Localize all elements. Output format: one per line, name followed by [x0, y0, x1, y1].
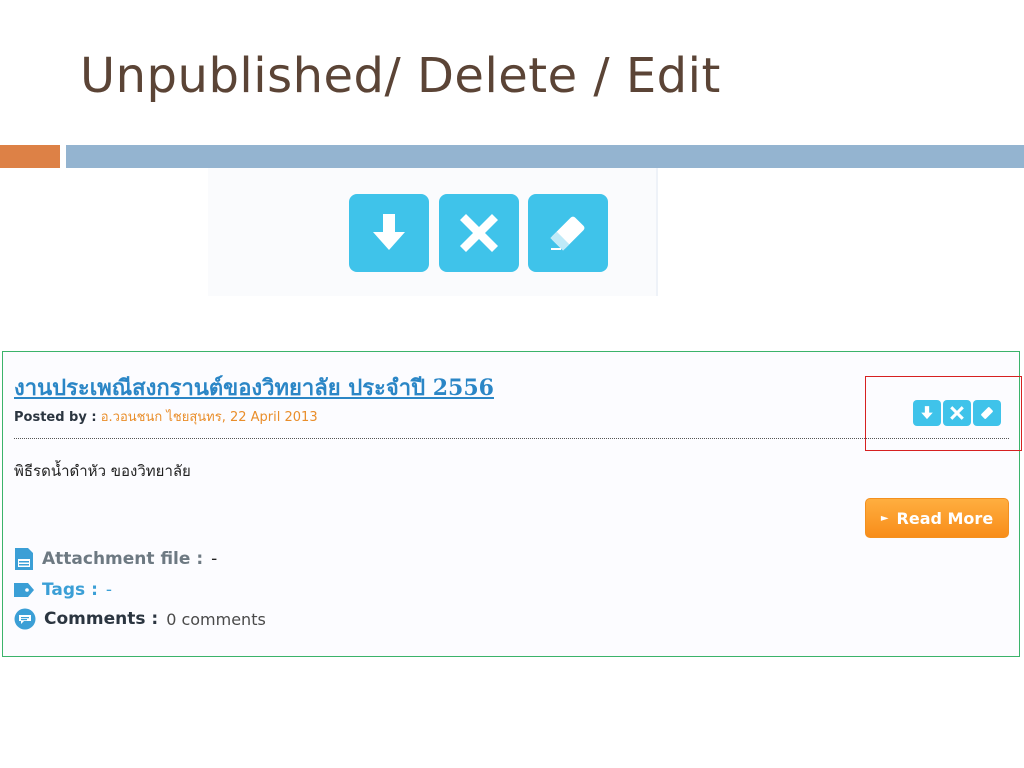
icon-zoom-panel — [208, 168, 658, 296]
post-divider — [14, 438, 1009, 439]
attachment-row: Attachment file : - — [14, 547, 217, 571]
highlight-annotation — [865, 376, 1022, 451]
comments-label: Comments : — [44, 609, 159, 629]
slide-title: Unpublished/ Delete / Edit — [80, 48, 721, 104]
accent-bar-orange — [0, 145, 60, 168]
tags-label: Tags : — [42, 580, 98, 600]
comments-value[interactable]: 0 comments — [166, 610, 266, 629]
unpublish-icon[interactable] — [349, 194, 429, 272]
posted-by-value: อ.วอนชนก ไชยสุนทร, 22 April 2013 — [100, 410, 318, 425]
read-more-label: Read More — [896, 508, 994, 528]
post-card: งานประเพณีสงกรานต์ของวิทยาลัย ประจำปี 25… — [2, 351, 1022, 657]
tags-row: Tags : - — [14, 580, 112, 600]
attachment-value: - — [211, 549, 218, 569]
chevron-right-icon: ► — [880, 512, 889, 524]
post-excerpt: พิธีรดน้ำดำหัว ของวิทยาลัย — [14, 462, 191, 480]
comments-row: Comments : 0 comments — [14, 608, 266, 630]
post-title-link[interactable]: งานประเพณีสงกรานต์ของวิทยาลัย ประจำปี 25… — [14, 370, 494, 405]
document-icon — [14, 547, 34, 571]
delete-icon[interactable] — [439, 194, 519, 272]
attachment-label: Attachment file : — [42, 549, 204, 569]
accent-bar-blue — [66, 145, 1024, 168]
tag-icon — [14, 582, 34, 598]
posted-by-line: Posted by : อ.วอนชนก ไชยสุนทร, 22 April … — [14, 406, 318, 427]
tags-value: - — [105, 580, 113, 600]
edit-icon[interactable] — [528, 194, 608, 272]
comment-icon — [14, 608, 36, 630]
posted-by-label: Posted by : — [14, 410, 97, 425]
read-more-button[interactable]: ► Read More — [865, 498, 1009, 538]
